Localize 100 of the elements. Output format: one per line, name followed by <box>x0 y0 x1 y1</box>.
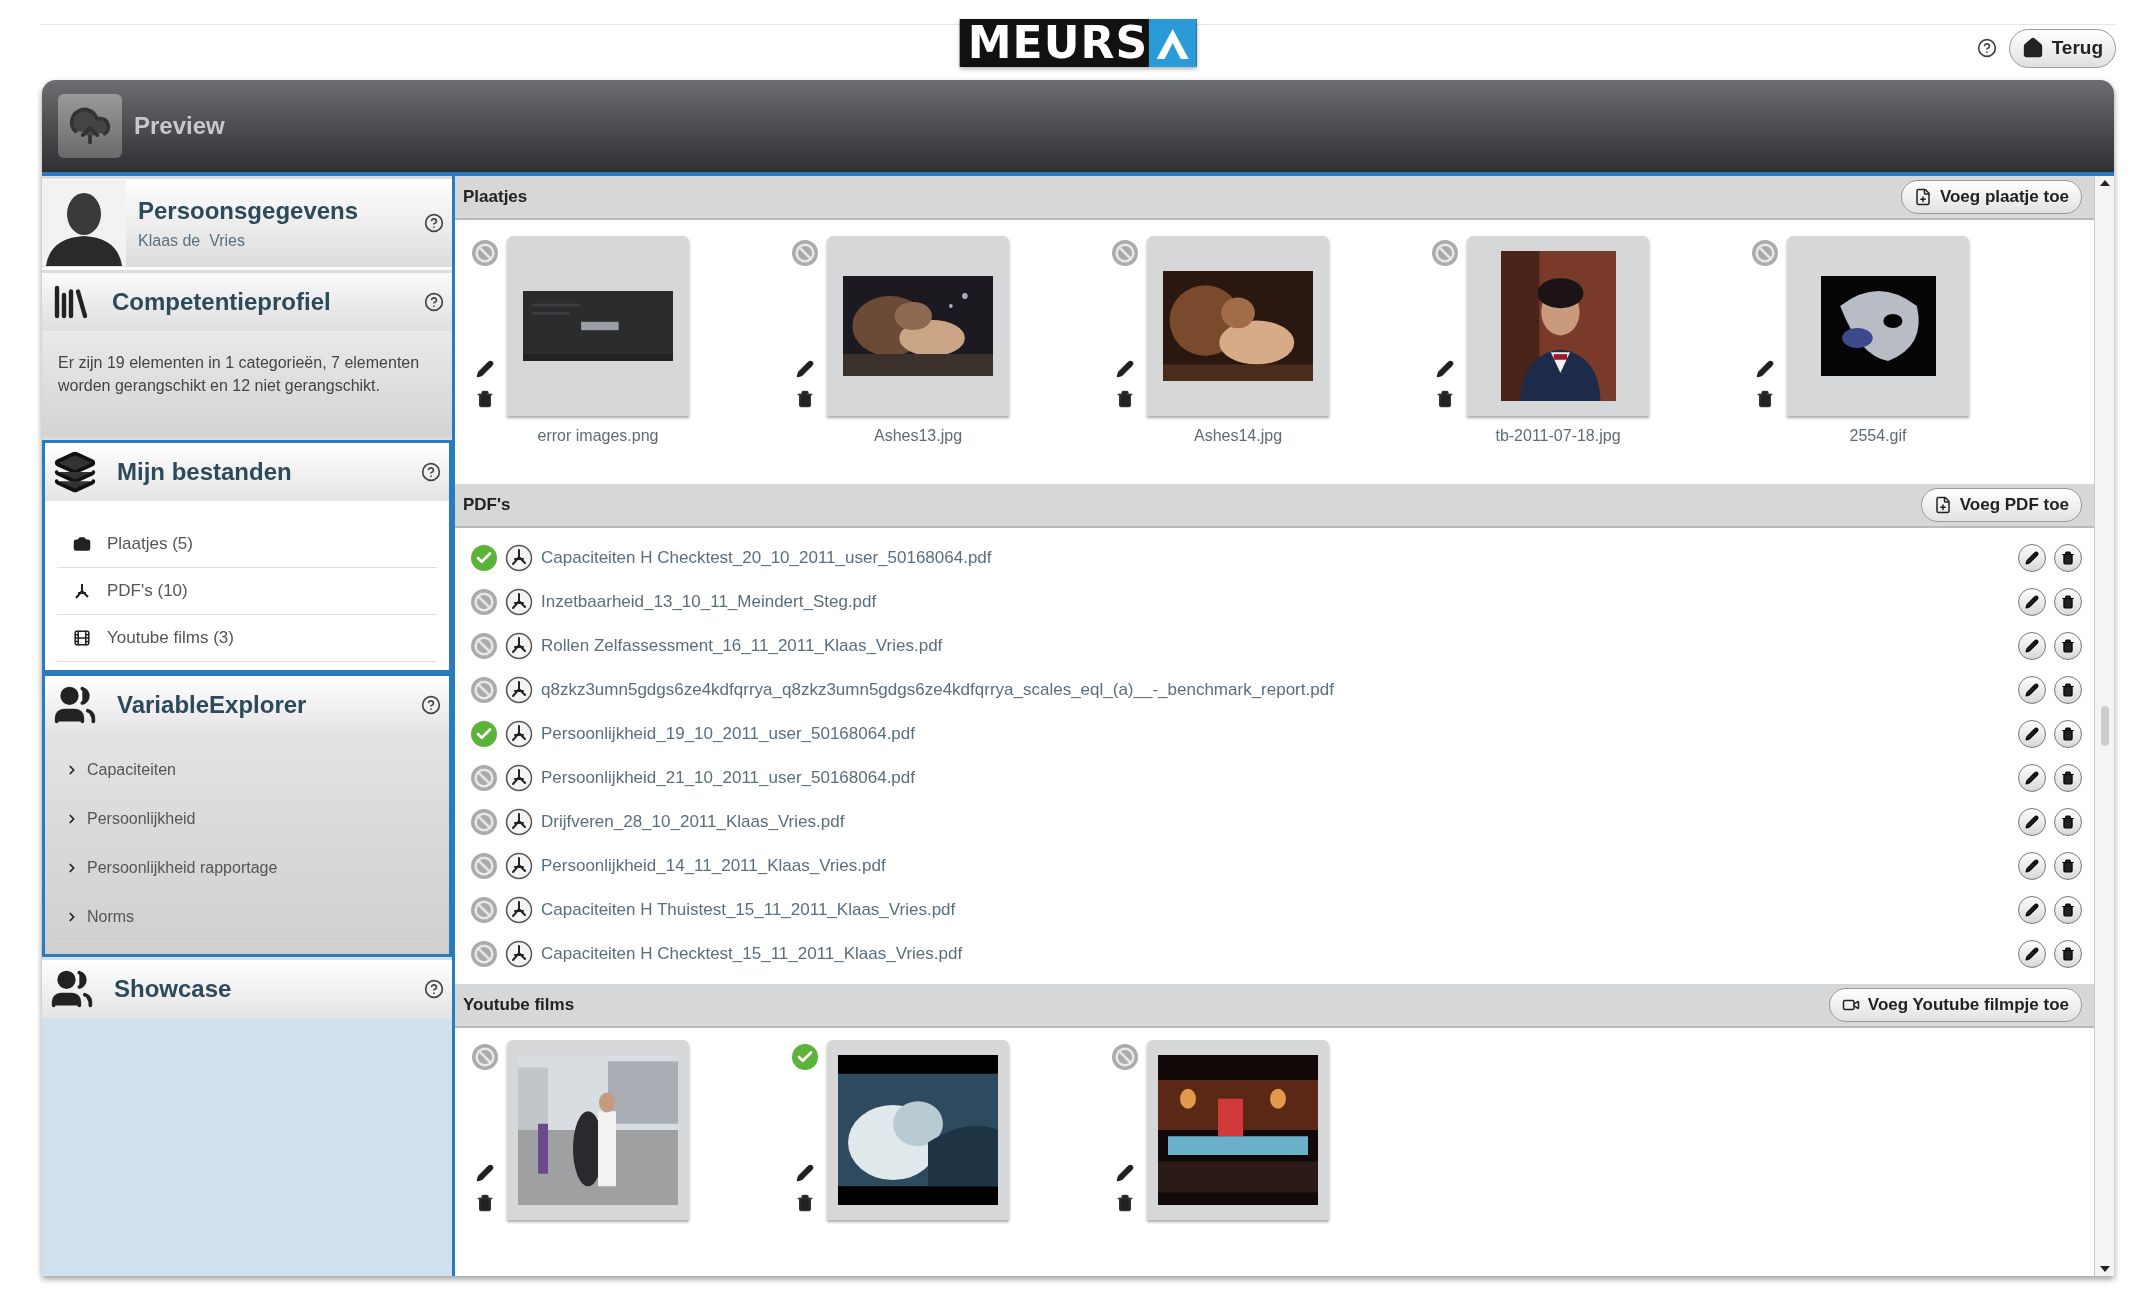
trash-icon <box>2061 815 2075 829</box>
pdf-link[interactable]: Drijfveren_28_10_2011_Klaas_Vries.pdf <box>541 809 2010 835</box>
tree-item[interactable]: Norms <box>57 893 437 942</box>
delete-button[interactable] <box>2054 896 2082 924</box>
trash-icon[interactable] <box>796 1194 814 1212</box>
panel-title: VariableExplorer <box>117 690 308 720</box>
acrobat-icon[interactable] <box>505 896 533 924</box>
edit-button[interactable] <box>2018 896 2046 924</box>
pdf-link[interactable]: Persoonlijkheid_19_10_2011_user_50168064.pdf <box>541 721 2010 747</box>
panel-title: Showcase <box>114 974 233 1004</box>
trash-icon[interactable] <box>1756 390 1774 408</box>
delete-button[interactable] <box>2054 852 2082 880</box>
thumbnail-card[interactable] <box>1147 236 1329 416</box>
help-icon[interactable] <box>421 462 441 482</box>
tree-item[interactable]: Persoonlijkheid <box>57 795 437 844</box>
pdf-link[interactable]: Capaciteiten H Thuistest_15_11_2011_Klaas_Vries.pdf <box>541 897 2010 923</box>
pdf-link[interactable]: q8zkz3umn5gdgs6ze4kdfqrrya_q8zkz3umn5gdgs6ze4kdfqrrya_scales_eql_(a)__-_benchmark_report.pdf <box>541 677 2010 703</box>
panel-header[interactable]: Showcase <box>42 960 452 1018</box>
pencil-icon[interactable] <box>1116 360 1134 378</box>
edit-button[interactable] <box>2018 764 2046 792</box>
pencil-icon[interactable] <box>1756 360 1774 378</box>
delete-button[interactable] <box>2054 764 2082 792</box>
thumbnail-card[interactable] <box>1147 1040 1329 1220</box>
trash-icon[interactable] <box>1436 390 1454 408</box>
thumbnail-card[interactable] <box>827 236 1009 416</box>
pencil-icon[interactable] <box>1436 360 1454 378</box>
trash-icon[interactable] <box>476 390 494 408</box>
add-button[interactable]: Voeg PDF toe <box>1920 488 2082 522</box>
acrobat-icon[interactable] <box>505 632 533 660</box>
check-icon[interactable] <box>471 545 497 571</box>
delete-button[interactable] <box>2054 544 2082 572</box>
acrobat-icon[interactable] <box>505 764 533 792</box>
acrobat-icon[interactable] <box>505 852 533 880</box>
acrobat-icon[interactable] <box>505 808 533 836</box>
thumbnail-card[interactable] <box>827 1040 1009 1220</box>
add-button[interactable]: Voeg Youtube filmpje toe <box>1828 988 2082 1022</box>
check-icon[interactable] <box>471 721 497 747</box>
acrobat-icon[interactable] <box>505 720 533 748</box>
pencil-icon <box>2025 859 2039 873</box>
pdf-link[interactable]: Rollen Zelfassessment_16_11_2011_Klaas_Vries.pdf <box>541 633 2010 659</box>
edit-button[interactable] <box>2018 720 2046 748</box>
pencil-icon <box>2025 595 2039 609</box>
thumbnail-card[interactable] <box>507 1040 689 1220</box>
pdf-link[interactable]: Capaciteiten H Checktest_20_10_2011_user_50168064.pdf <box>541 545 2010 571</box>
logo: MEURS <box>959 19 1197 67</box>
edit-button[interactable] <box>2018 676 2046 704</box>
edit-button[interactable] <box>2018 808 2046 836</box>
file-category[interactable]: Plaatjes (5) <box>57 521 437 568</box>
delete-button[interactable] <box>2054 676 2082 704</box>
add-button[interactable]: Voeg plaatje toe <box>1900 180 2082 214</box>
edit-button[interactable] <box>2018 852 2046 880</box>
help-icon[interactable] <box>424 213 444 233</box>
pencil-icon[interactable] <box>796 360 814 378</box>
upload-cloud-button[interactable] <box>58 94 122 158</box>
edit-button[interactable] <box>2018 632 2046 660</box>
panel-title: Persoonsgegevens <box>138 196 360 226</box>
help-icon[interactable] <box>424 292 444 312</box>
trash-icon[interactable] <box>1116 390 1134 408</box>
tree-item[interactable]: Capaciteiten <box>57 746 437 795</box>
acrobat-icon[interactable] <box>505 544 533 572</box>
trash-icon <box>2061 859 2075 873</box>
trash-icon <box>2061 947 2075 961</box>
pdf-link[interactable]: Capaciteiten H Checktest_15_11_2011_Klaas_Vries.pdf <box>541 941 2010 967</box>
edit-button[interactable] <box>2018 940 2046 968</box>
pdf-link[interactable]: Persoonlijkheid_21_10_2011_user_50168064.pdf <box>541 765 2010 791</box>
pencil-icon[interactable] <box>476 360 494 378</box>
scrollbar[interactable] <box>2094 176 2114 1276</box>
help-icon[interactable] <box>421 695 441 715</box>
delete-button[interactable] <box>2054 940 2082 968</box>
edit-button[interactable] <box>2018 588 2046 616</box>
help-icon[interactable] <box>424 979 444 999</box>
trash-icon[interactable] <box>1116 1194 1134 1212</box>
back-button[interactable]: Terug <box>2008 29 2116 68</box>
trash-icon <box>2061 771 2075 785</box>
panel-header[interactable]: Competentieprofiel <box>42 273 452 331</box>
delete-button[interactable] <box>2054 808 2082 836</box>
trash-icon[interactable] <box>796 390 814 408</box>
pdf-link[interactable]: Persoonlijkheid_14_11_2011_Klaas_Vries.pdf <box>541 853 2010 879</box>
help-icon[interactable] <box>1976 38 1997 59</box>
thumbnail-card[interactable] <box>1467 236 1649 416</box>
pencil-icon[interactable] <box>476 1164 494 1182</box>
pdf-link[interactable]: Inzetbaarheid_13_10_11_Meindert_Steg.pdf <box>541 589 2010 615</box>
file-category[interactable]: PDF's (10) <box>57 568 437 615</box>
trash-icon[interactable] <box>476 1194 494 1212</box>
file-category[interactable]: Youtube films (3) <box>57 615 437 662</box>
edit-button[interactable] <box>2018 544 2046 572</box>
trash-icon <box>2061 639 2075 653</box>
pencil-icon[interactable] <box>796 1164 814 1182</box>
acrobat-icon[interactable] <box>505 676 533 704</box>
delete-button[interactable] <box>2054 720 2082 748</box>
thumbnail-card[interactable] <box>1787 236 1969 416</box>
acrobat-icon[interactable] <box>505 940 533 968</box>
tree-item[interactable]: Persoonlijkheid rapportage <box>57 844 437 893</box>
thumbnail-card[interactable] <box>507 236 689 416</box>
pencil-icon[interactable] <box>1116 1164 1134 1182</box>
delete-button[interactable] <box>2054 632 2082 660</box>
check-icon[interactable] <box>792 1044 818 1070</box>
trash-icon <box>2061 727 2075 741</box>
acrobat-icon[interactable] <box>505 588 533 616</box>
delete-button[interactable] <box>2054 588 2082 616</box>
